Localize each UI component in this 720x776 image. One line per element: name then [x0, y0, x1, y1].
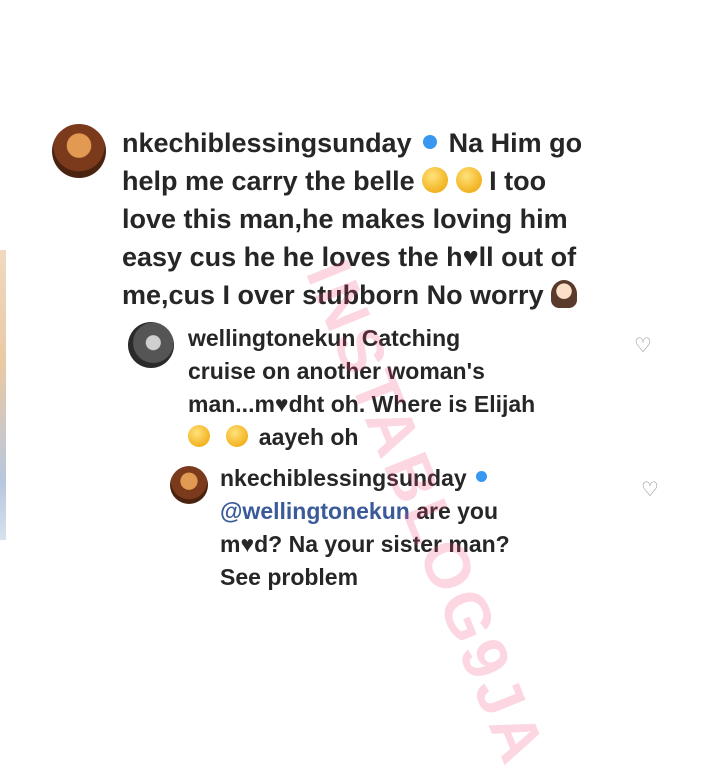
comment-text: nkechiblessingsunday @wellingtonekun are…: [220, 465, 510, 590]
grinning-face-emoji-icon: [226, 424, 249, 447]
mention-link[interactable]: @wellingtonekun: [220, 498, 410, 524]
like-heart-icon[interactable]: ♡: [634, 336, 652, 356]
comment-text: wellingtonekun Catching cruise on anothe…: [188, 325, 536, 450]
woman-shrugging-emoji-icon: [551, 279, 578, 308]
verified-badge-icon: [423, 134, 438, 149]
comment-main: nkechiblessingsunday Na Him go help me c…: [52, 124, 682, 314]
reply-comment: nkechiblessingsunday @wellingtonekun are…: [170, 462, 640, 594]
left-edge-image-strip: [0, 250, 6, 540]
comment-username[interactable]: nkechiblessingsunday: [122, 128, 412, 158]
rolling-laughing-emoji-icon: [422, 166, 449, 193]
rolling-laughing-emoji-icon: [455, 166, 482, 193]
avatar[interactable]: [170, 466, 208, 504]
avatar[interactable]: [128, 322, 174, 368]
reply-comment: wellingtonekun Catching cruise on anothe…: [128, 322, 618, 454]
like-heart-icon[interactable]: ♡: [641, 480, 659, 500]
verified-badge-icon: [476, 471, 488, 483]
comment-text: nkechiblessingsunday Na Him go help me c…: [122, 128, 583, 310]
comment-username[interactable]: wellingtonekun: [188, 325, 355, 351]
comment-username[interactable]: nkechiblessingsunday: [220, 465, 467, 491]
avatar[interactable]: [52, 124, 106, 178]
worried-face-emoji-icon: [188, 424, 210, 447]
